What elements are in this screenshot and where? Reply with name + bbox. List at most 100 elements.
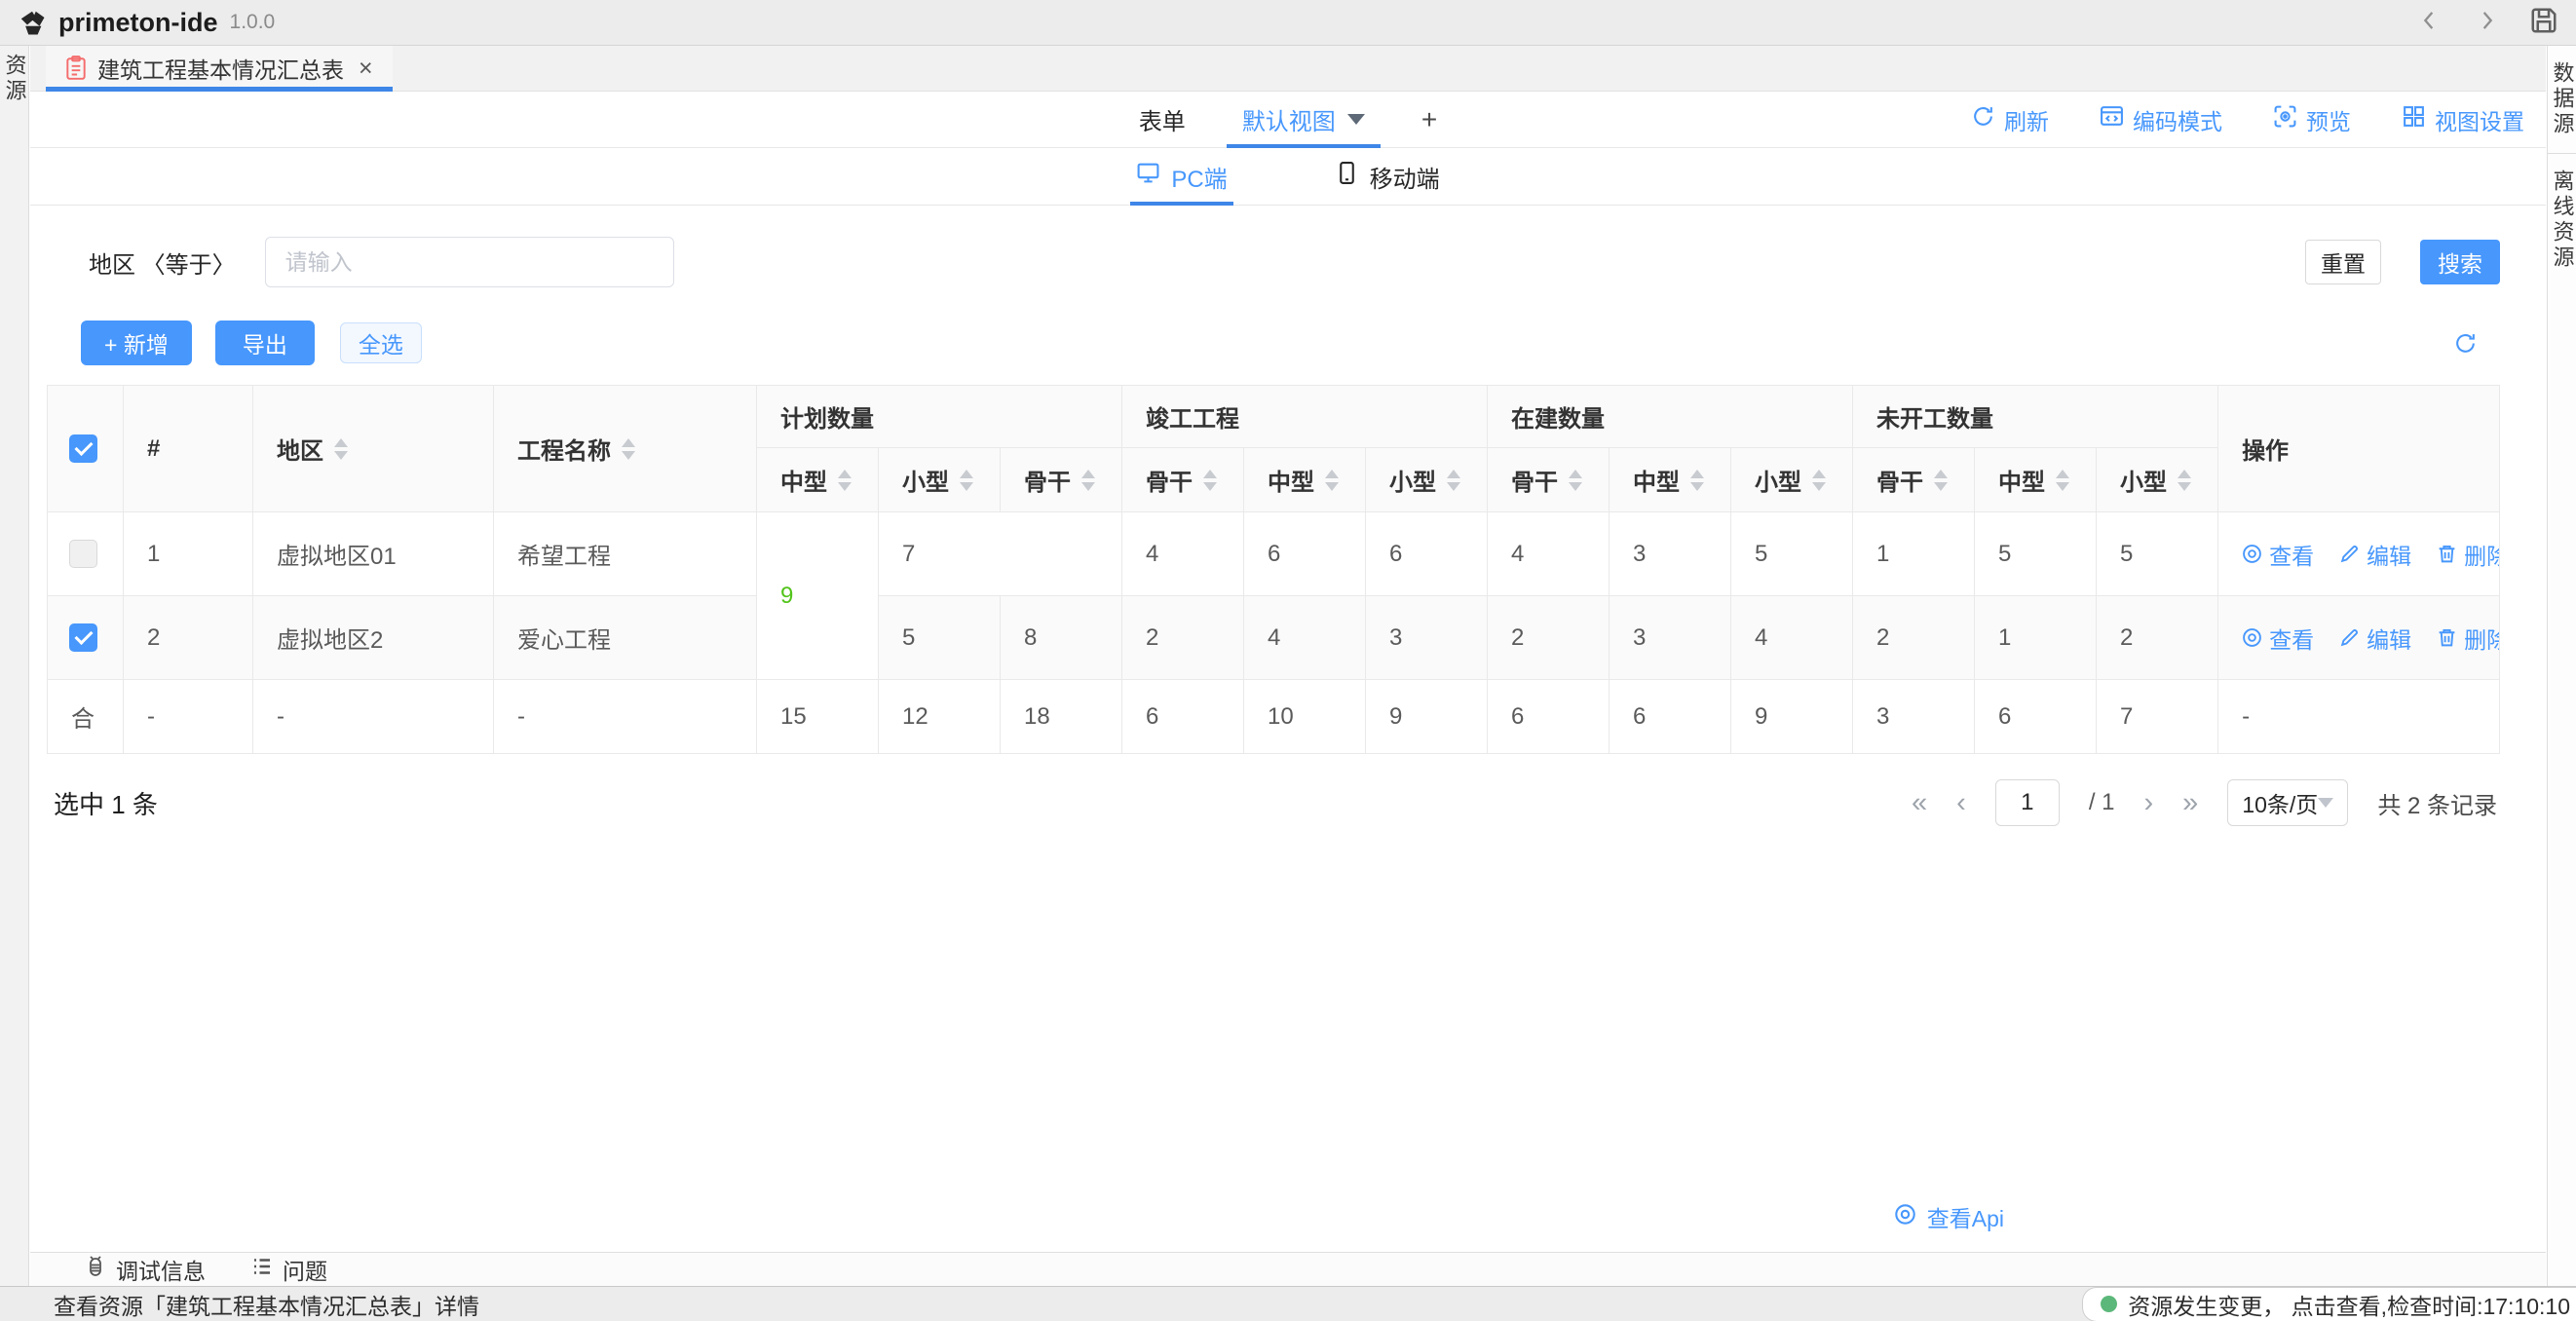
column-header[interactable]: 骨干	[1001, 448, 1122, 512]
column-header[interactable]: 骨干	[1122, 448, 1244, 512]
rail-item-offline-resources[interactable]: 离线资源	[2549, 170, 2576, 271]
code-mode-button[interactable]: 编码模式	[2100, 103, 2222, 136]
group-header-planned: 计划数量	[757, 386, 1122, 448]
list-icon	[250, 1255, 274, 1284]
last-page-button[interactable]: »	[2182, 789, 2198, 817]
column-header[interactable]: 中型	[1975, 448, 2097, 512]
sort-icon[interactable]	[838, 470, 852, 491]
add-button[interactable]: + 新增	[81, 321, 192, 365]
mobile-icon	[1335, 161, 1359, 192]
merged-cell: 9	[757, 512, 879, 680]
column-header[interactable]: 骨干	[1488, 448, 1610, 512]
history-back-icon[interactable]	[2416, 7, 2443, 39]
select-all-button[interactable]: 全选	[340, 322, 422, 363]
rail-item-resources[interactable]: 资源	[1, 54, 28, 104]
delete-action[interactable]: 删除	[2437, 622, 2499, 655]
tab-default-view[interactable]: 默认视图	[1242, 92, 1365, 147]
view-action[interactable]: 查看	[2242, 622, 2314, 655]
column-header[interactable]: 小型	[1731, 448, 1853, 512]
edit-action[interactable]: 编辑	[2339, 622, 2411, 655]
row-checkbox[interactable]	[69, 540, 97, 568]
sort-icon[interactable]	[2178, 470, 2191, 491]
column-header-project[interactable]: 工程名称	[494, 386, 757, 512]
view-action[interactable]: 查看	[2242, 538, 2314, 571]
row-checkbox[interactable]	[69, 623, 97, 652]
table-row: 1 虚拟地区01 希望工程 9 7 4 6 6 4 3 5 1 5 5	[48, 512, 2500, 596]
editor-tab-title: 建筑工程基本情况汇总表	[97, 52, 344, 85]
tab-pc[interactable]: PC端	[1136, 148, 1227, 205]
add-view-button[interactable]: +	[1421, 104, 1437, 135]
prev-page-button[interactable]: ‹	[1956, 789, 1966, 817]
table-refresh-icon[interactable]	[2453, 331, 2478, 356]
search-button[interactable]: 搜索	[2420, 240, 2500, 284]
editor-tab[interactable]: 建筑工程基本情况汇总表 ×	[46, 46, 393, 91]
group-header-not-started: 未开工数量	[1853, 386, 2218, 448]
sort-icon[interactable]	[334, 438, 348, 460]
save-icon[interactable]	[2529, 6, 2558, 40]
reset-button[interactable]: 重置	[2305, 240, 2381, 284]
sort-icon[interactable]	[960, 470, 973, 491]
edit-action[interactable]: 编辑	[2339, 538, 2411, 571]
region-filter-input[interactable]	[265, 237, 674, 287]
column-header[interactable]: 小型	[1366, 448, 1488, 512]
table-footer: 选中 1 条 « ‹ / 1 › » 10条/页 共 2 条记录	[54, 779, 2497, 826]
device-tabs-bar: PC端 移动端	[30, 148, 2546, 206]
selected-count: 选中 1 条	[54, 785, 158, 821]
table-actions-bar: + 新增 导出 全选	[81, 321, 2478, 365]
main-content: 建筑工程基本情况汇总表 × 表单 默认视图 + 刷新 编码模式	[30, 46, 2546, 1286]
column-header[interactable]: 中型	[1610, 448, 1731, 512]
app-window: primeton-ide 1.0.0 资源 数据源 离线资源 建筑工程基本情况汇…	[0, 0, 2576, 1321]
column-header-region[interactable]: 地区	[253, 386, 494, 512]
editor-tab-strip: 建筑工程基本情况汇总表 ×	[30, 46, 2546, 92]
sort-icon[interactable]	[1569, 470, 1582, 491]
problems-tab[interactable]: 问题	[250, 1253, 327, 1286]
view-api-link[interactable]: 查看Api	[1894, 1200, 2004, 1233]
sort-icon[interactable]	[1812, 470, 1826, 491]
resource-change-notice[interactable]: 资源发生变更， 点击查看,检查时间:17:10:10	[2082, 1287, 2576, 1321]
eye-icon	[1894, 1203, 1916, 1231]
sort-icon[interactable]	[1081, 470, 1095, 491]
tab-form[interactable]: 表单	[1139, 92, 1186, 147]
page-size-select[interactable]: 10条/页	[2227, 779, 2348, 826]
status-bar: 查看资源「建筑工程基本情况汇总表」详情 资源发生变更， 点击查看,检查时间:17…	[0, 1286, 2576, 1321]
preview-eye-icon	[2273, 104, 2297, 134]
column-header-index: #	[124, 386, 253, 512]
view-settings-button[interactable]: 视图设置	[2402, 103, 2524, 136]
column-header[interactable]: 中型	[1244, 448, 1366, 512]
rail-item-datasource[interactable]: 数据源	[2549, 61, 2576, 137]
title-bar: primeton-ide 1.0.0	[0, 0, 2576, 46]
delete-action[interactable]: 删除	[2437, 538, 2499, 571]
page-number-input[interactable]	[1995, 779, 2060, 826]
page-count: / 1	[2089, 789, 2115, 816]
sort-icon[interactable]	[1934, 470, 1948, 491]
column-header[interactable]: 小型	[2097, 448, 2218, 512]
first-page-button[interactable]: «	[1912, 789, 1927, 817]
chevron-down-icon	[2318, 798, 2333, 808]
column-header[interactable]: 骨干	[1853, 448, 1975, 512]
grid-layout-icon	[2402, 104, 2426, 134]
debug-info-tab[interactable]: 调试信息	[84, 1253, 206, 1286]
select-all-checkbox[interactable]	[69, 434, 97, 463]
sort-icon[interactable]	[622, 438, 635, 460]
monitor-icon	[1136, 161, 1160, 192]
sort-icon[interactable]	[1325, 470, 1339, 491]
export-button[interactable]: 导出	[215, 321, 315, 365]
tab-mobile[interactable]: 移动端	[1335, 148, 1440, 205]
next-page-button[interactable]: ›	[2144, 789, 2154, 817]
group-header-in-progress: 在建数量	[1488, 386, 1853, 448]
close-icon[interactable]: ×	[359, 55, 373, 83]
sort-icon[interactable]	[1203, 470, 1217, 491]
view-toolbar: 刷新 编码模式 预览 视图设置	[1971, 92, 2524, 147]
view-tabs-bar: 表单 默认视图 + 刷新 编码模式 预览	[30, 92, 2546, 148]
debug-icon	[84, 1255, 107, 1284]
sort-icon[interactable]	[1690, 470, 1704, 491]
refresh-button[interactable]: 刷新	[1971, 103, 2049, 136]
history-forward-icon[interactable]	[2473, 7, 2500, 39]
column-header[interactable]: 小型	[879, 448, 1001, 512]
preview-button[interactable]: 预览	[2273, 103, 2351, 136]
code-window-icon	[2100, 104, 2124, 134]
sort-icon[interactable]	[2056, 470, 2069, 491]
data-table: # 地区 工程名称 计划数量 竣工工程 在建数量 未开工数量 操作 中型 小型 …	[47, 385, 2500, 754]
column-header[interactable]: 中型	[757, 448, 879, 512]
sort-icon[interactable]	[1447, 470, 1460, 491]
